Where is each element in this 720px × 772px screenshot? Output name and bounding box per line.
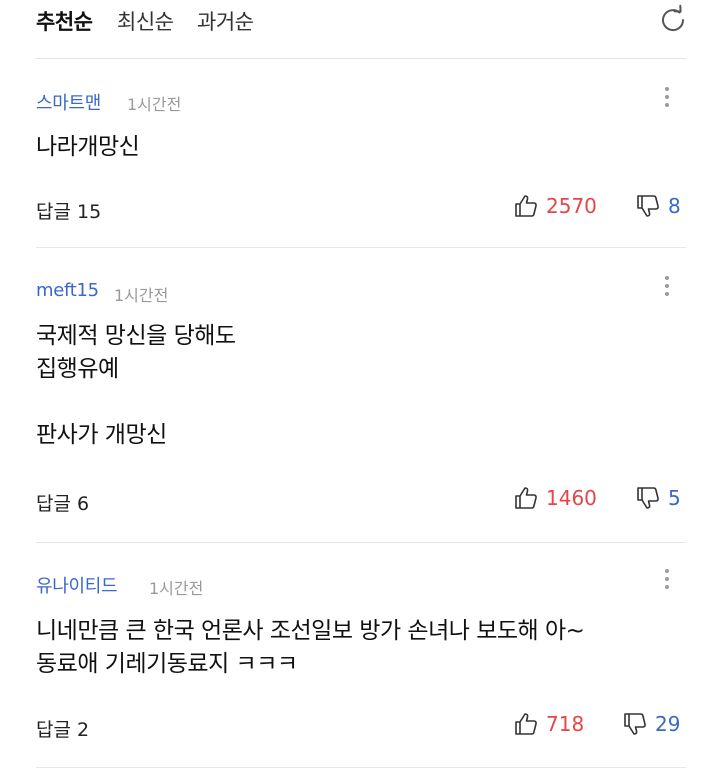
like-count: 718 bbox=[546, 712, 585, 736]
thumbs-up-icon bbox=[515, 195, 537, 217]
comment-author[interactable]: 스마트맨 bbox=[36, 89, 101, 115]
dislike-button[interactable]: 5 bbox=[636, 486, 681, 510]
comment-item: meft15 1시간전 국제적 망신을 당해도 집행유예 판사가 개망신 답글 … bbox=[0, 248, 720, 542]
comment-author[interactable]: meft15 bbox=[36, 280, 99, 301]
thumbs-down-icon bbox=[624, 713, 646, 735]
like-count: 2570 bbox=[546, 194, 597, 218]
comment-time: 1시간전 bbox=[114, 286, 169, 305]
comment-text: 니네만큼 큰 한국 언론사 조선일보 방가 손녀나 보도해 아~ 동료애 기레기… bbox=[36, 618, 585, 677]
comment-item: 스마트맨 1시간전 나라개망신 답글 15 2570 8 bbox=[0, 59, 720, 247]
comment-text: 나라개망신 bbox=[36, 134, 140, 160]
dislike-count: 29 bbox=[655, 712, 681, 736]
refresh-icon[interactable] bbox=[657, 4, 689, 36]
like-button[interactable]: 2570 bbox=[514, 194, 597, 218]
dislike-count: 5 bbox=[668, 486, 681, 510]
more-vertical-icon[interactable] bbox=[662, 569, 672, 593]
thumbs-up-icon bbox=[515, 487, 537, 509]
dislike-button[interactable]: 29 bbox=[623, 712, 680, 736]
reply-button[interactable]: 답글 6 bbox=[36, 489, 89, 516]
reply-button[interactable]: 답글 2 bbox=[36, 715, 89, 742]
like-button[interactable]: 718 bbox=[514, 712, 584, 736]
more-vertical-icon[interactable] bbox=[662, 276, 672, 300]
dislike-button[interactable]: 8 bbox=[636, 194, 681, 218]
sort-tab-latest[interactable]: 최신순 bbox=[117, 6, 174, 36]
dislike-count: 8 bbox=[668, 194, 681, 218]
comment-item: 유나이티드 1시간전 니네만큼 큰 한국 언론사 조선일보 방가 손녀나 보도해… bbox=[0, 543, 720, 767]
reply-button[interactable]: 답글 15 bbox=[36, 197, 101, 224]
more-vertical-icon[interactable] bbox=[662, 87, 672, 111]
thumbs-down-icon bbox=[637, 195, 659, 217]
like-button[interactable]: 1460 bbox=[514, 486, 597, 510]
comment-author[interactable]: 유나이티드 bbox=[36, 572, 118, 598]
comment-time: 1시간전 bbox=[127, 95, 182, 114]
comment-text: 국제적 망신을 당해도 집행유예 판사가 개망신 bbox=[36, 323, 236, 448]
divider bbox=[36, 767, 686, 768]
thumbs-up-icon bbox=[515, 713, 537, 735]
sort-bar: 추천순 최신순 과거순 bbox=[0, 0, 720, 58]
thumbs-down-icon bbox=[637, 487, 659, 509]
sort-tab-oldest[interactable]: 과거순 bbox=[197, 6, 254, 36]
comment-time: 1시간전 bbox=[149, 579, 204, 598]
sort-tab-recommended[interactable]: 추천순 bbox=[36, 6, 93, 36]
like-count: 1460 bbox=[546, 486, 597, 510]
